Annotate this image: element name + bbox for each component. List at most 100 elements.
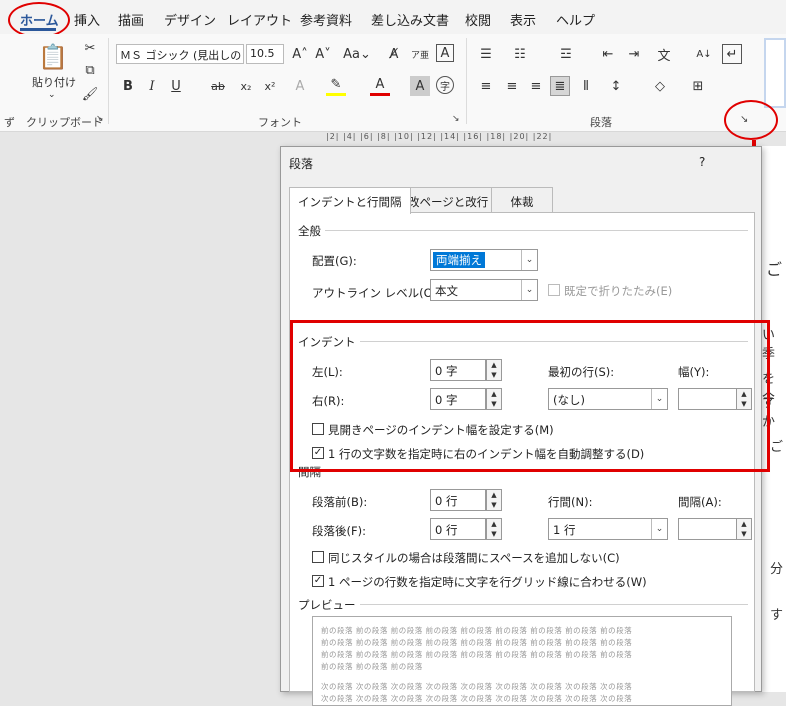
preview-next-line: 次の段落 次の段落 次の段落 次の段落 次の段落 次の段落 次の段落 次の段落 … xyxy=(321,694,633,703)
clipboard-edge-text: ず xyxy=(4,116,15,129)
styles-gallery[interactable] xyxy=(764,38,786,108)
document-margin xyxy=(0,132,280,692)
highlight-icon[interactable]: ✎ xyxy=(326,76,346,96)
space-after-label: 段落後(F): xyxy=(312,524,366,538)
paste-dropdown-icon[interactable]: ⌄ xyxy=(48,90,56,100)
numbering-icon[interactable]: ☷ xyxy=(510,44,530,64)
align-right-icon[interactable]: ≡ xyxy=(526,76,546,96)
shrink-font-icon[interactable]: A˅ xyxy=(313,44,333,64)
doc-text: ご xyxy=(766,260,783,279)
outline-level-label: アウトライン レベル(O): xyxy=(312,286,442,300)
section-divider xyxy=(298,230,748,231)
snap-to-grid-label: 1 ページの行数を指定時に文字を行グリッド線に合わせる(W) xyxy=(328,575,647,589)
shading-icon[interactable]: ◇ xyxy=(650,76,670,96)
alignment-select[interactable]: 両端揃え ⌄ xyxy=(430,249,538,271)
decrease-indent-icon[interactable]: ⇤ xyxy=(598,44,618,64)
font-size-combo[interactable]: 10.5 xyxy=(246,44,284,64)
menu-bar: ホーム 挿入 描画 デザイン レイアウト 参考資料 差し込み文書 校閲 表示 ヘ… xyxy=(0,0,786,34)
spacing-at-label: 間隔(A): xyxy=(678,495,722,509)
increase-indent-icon[interactable]: ⇥ xyxy=(624,44,644,64)
line-spacing-icon[interactable]: ↕ xyxy=(606,76,626,96)
no-space-same-style-checkbox[interactable] xyxy=(312,551,324,563)
tab-insert[interactable]: 挿入 xyxy=(74,10,100,29)
snap-to-grid-checkbox[interactable]: ✓ xyxy=(312,575,324,587)
underline-icon[interactable]: U xyxy=(166,76,186,96)
show-marks-icon[interactable]: ↵ xyxy=(722,44,742,64)
tab-design[interactable]: デザイン xyxy=(164,10,216,29)
ruler: |2| |4| |6| |8| |10| |12| |14| |16| |18|… xyxy=(326,132,553,141)
clear-format-icon[interactable]: A̸ xyxy=(384,44,404,64)
bullets-icon[interactable]: ☰ xyxy=(476,44,496,64)
phonetic-guide-icon[interactable]: ア亜 xyxy=(410,44,430,64)
doc-text: ご xyxy=(770,440,784,455)
space-before-spinner[interactable]: ▲ ▼ xyxy=(486,489,502,511)
space-after-input[interactable]: 0 行 xyxy=(430,518,486,540)
tab-draw[interactable]: 描画 xyxy=(118,10,144,29)
align-left-icon[interactable]: ≡ xyxy=(476,76,496,96)
tab-asian-typography[interactable]: 体裁 xyxy=(491,187,553,213)
line-spacing-select[interactable]: 1 行 ⌄ xyxy=(548,518,668,540)
outline-level-select[interactable]: 本文 ⌄ xyxy=(430,279,538,301)
font-color-icon[interactable]: A xyxy=(370,76,390,96)
tab-help[interactable]: ヘルプ xyxy=(556,10,595,29)
text-effects-icon[interactable]: A xyxy=(290,76,310,96)
separator xyxy=(108,38,109,124)
general-section-title: 全般 xyxy=(298,223,325,239)
spacing-at-spinner[interactable]: ▲ ▼ xyxy=(736,518,752,540)
sort-icon[interactable]: A↓ xyxy=(694,44,714,64)
tab-review[interactable]: 校閲 xyxy=(465,10,491,29)
preview-prev-line: 前の段落 前の段落 前の段落 前の段落 前の段落 前の段落 前の段落 前の段落 … xyxy=(321,626,633,635)
subscript-icon[interactable]: x₂ xyxy=(236,76,256,96)
tab-mailings[interactable]: 差し込み文書 xyxy=(371,10,449,29)
paste-label[interactable]: 貼り付け xyxy=(32,74,76,90)
clipboard-group-label: クリップボード xyxy=(26,116,103,129)
change-case-icon[interactable]: Aa⌄ xyxy=(342,44,372,64)
borders-icon[interactable]: ⊞ xyxy=(688,76,708,96)
space-before-input[interactable]: 0 行 xyxy=(430,489,486,511)
chevron-down-icon: ⌄ xyxy=(651,519,667,539)
asian-layout-icon[interactable]: 文 xyxy=(654,44,674,64)
tab-line-page-breaks[interactable]: 改ページと改行 xyxy=(399,187,498,213)
preview-prev-line: 前の段落 前の段落 前の段落 前の段落 前の段落 前の段落 前の段落 前の段落 … xyxy=(321,650,633,659)
char-shading-icon[interactable]: A xyxy=(410,76,430,96)
cut-icon[interactable]: ✂ xyxy=(80,38,100,58)
bold-icon[interactable]: B xyxy=(118,76,138,96)
justify-icon[interactable]: ≣ xyxy=(550,76,570,96)
align-center-icon[interactable]: ≡ xyxy=(502,76,522,96)
char-border-icon[interactable]: A xyxy=(436,44,454,62)
clipboard-launcher-icon[interactable]: ↘ xyxy=(96,114,104,124)
multilevel-list-icon[interactable]: ☲ xyxy=(556,44,576,64)
doc-text: す xyxy=(770,608,784,623)
format-painter-icon[interactable]: 🖌 xyxy=(80,84,100,104)
dialog-title: 段落 xyxy=(289,157,314,171)
tab-layout[interactable]: レイアウト xyxy=(227,10,292,29)
copy-icon[interactable]: ⧉ xyxy=(80,60,100,80)
enclose-char-icon[interactable]: 字 xyxy=(436,76,454,94)
grow-font-icon[interactable]: A˄ xyxy=(290,44,310,64)
tab-view[interactable]: 表示 xyxy=(510,10,536,29)
italic-icon[interactable]: I xyxy=(142,76,162,96)
space-after-spinner[interactable]: ▲ ▼ xyxy=(486,518,502,540)
doc-text: 分 xyxy=(770,562,784,577)
paste-icon[interactable]: 📋 xyxy=(38,42,68,72)
ribbon: 📋 貼り付け ⌄ ✂ ⧉ 🖌 ず クリップボード ↘ ＭＳ ゴシック (見出しの… xyxy=(0,34,786,132)
alignment-label: 配置(G): xyxy=(312,254,357,268)
preview-prev-line: 前の段落 前の段落 前の段落 xyxy=(321,662,423,671)
strikethrough-icon[interactable]: ab xyxy=(208,76,228,96)
indent-section-highlight xyxy=(290,320,770,472)
section-divider xyxy=(298,604,748,605)
collapse-checkbox[interactable] xyxy=(548,284,560,296)
tab-references[interactable]: 参考資料 xyxy=(300,10,352,29)
line-spacing-label: 行間(N): xyxy=(548,495,593,509)
separator xyxy=(466,38,467,124)
spacing-at-input[interactable] xyxy=(678,518,738,540)
no-space-same-style-label: 同じスタイルの場合は段落間にスペースを追加しない(C) xyxy=(328,551,620,565)
font-launcher-icon[interactable]: ↘ xyxy=(452,114,460,124)
paragraph-group-label: 段落 xyxy=(590,116,612,129)
superscript-icon[interactable]: x² xyxy=(260,76,280,96)
chevron-down-icon: ⌄ xyxy=(521,250,537,270)
font-name-combo[interactable]: ＭＳ ゴシック (見出しの xyxy=(116,44,244,64)
distribute-icon[interactable]: ⫴ xyxy=(576,76,596,96)
tab-indent-spacing[interactable]: インデントと行間隔 xyxy=(289,187,411,214)
help-button[interactable]: ? xyxy=(699,155,705,169)
